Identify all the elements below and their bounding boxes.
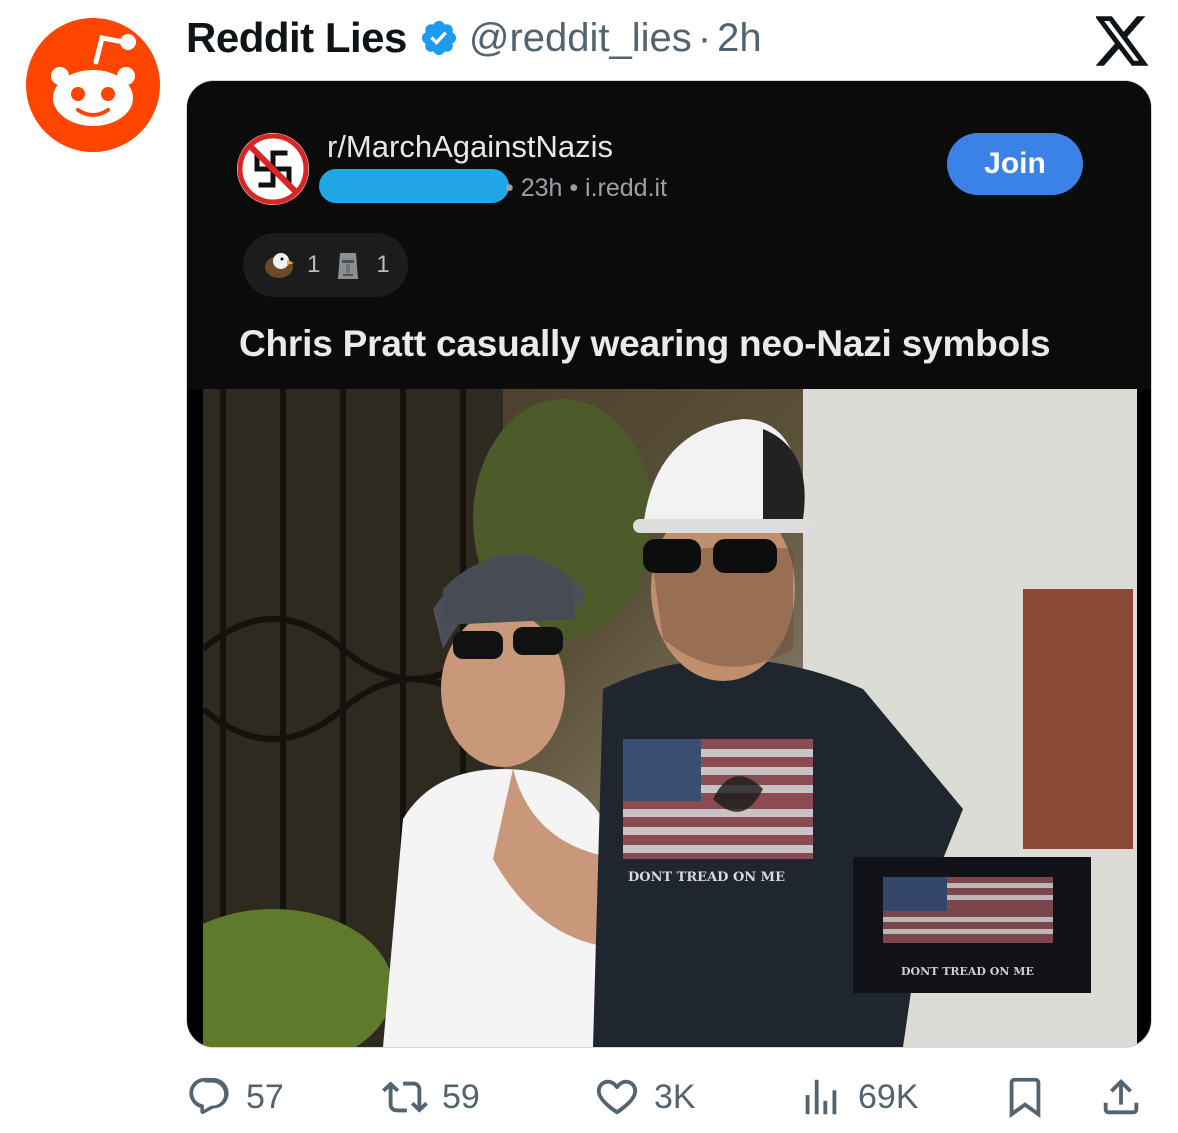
verified-badge-icon <box>421 20 456 56</box>
moai-award-icon <box>338 253 359 279</box>
like-button[interactable]: 3K <box>594 1074 696 1120</box>
reddit-post-header: r/MarchAgainstNazis • 23h • i.redd.it Jo… <box>187 81 1151 389</box>
views-count: 69K <box>858 1077 919 1116</box>
x-logo-icon <box>1096 16 1149 66</box>
share-icon <box>1103 1078 1139 1115</box>
reddit-snoo-icon <box>26 18 160 152</box>
reply-icon <box>189 1077 229 1114</box>
tweet-action-bar: 57 59 3K 69K <box>186 1068 1150 1128</box>
share-button[interactable] <box>1098 1074 1144 1120</box>
author-avatar[interactable] <box>26 18 160 152</box>
post-time[interactable]: 2h <box>717 16 762 61</box>
like-count: 3K <box>654 1077 696 1116</box>
inset-text: DONT TREAD ON ME <box>901 965 1034 978</box>
bookmark-icon <box>1009 1077 1041 1118</box>
join-button[interactable]: Join <box>947 133 1083 195</box>
repost-button[interactable]: 59 <box>382 1074 480 1120</box>
eagle-award-count: 1 <box>307 251 321 278</box>
author-name[interactable]: Reddit Lies <box>186 14 407 62</box>
tweet-media-image[interactable]: r/MarchAgainstNazis • 23h • i.redd.it Jo… <box>186 80 1152 1048</box>
post-meta: • 23h • i.redd.it <box>505 174 668 202</box>
photo-illustration: DONT TREAD ON ME DONT TREAD ON ME <box>203 389 1137 1047</box>
subreddit-icon <box>237 133 309 205</box>
shirt-text: DONT TREAD ON ME <box>628 870 785 885</box>
separator-dot: · <box>697 15 712 60</box>
redacted-username <box>319 169 509 203</box>
awards-pill[interactable]: 1 1 <box>243 233 408 297</box>
eagle-award-icon <box>265 253 294 278</box>
author-handle[interactable]: @reddit_lies <box>469 16 692 61</box>
subreddit-name[interactable]: r/MarchAgainstNazis <box>327 129 613 165</box>
bookmark-button[interactable] <box>1002 1074 1048 1120</box>
views-button[interactable]: 69K <box>798 1074 919 1120</box>
reply-button[interactable]: 57 <box>186 1074 284 1120</box>
repost-icon <box>382 1081 428 1113</box>
post-photo: DONT TREAD ON ME DONT TREAD ON ME <box>203 389 1137 1047</box>
no-swastika-icon <box>237 133 309 205</box>
heart-icon <box>596 1079 638 1115</box>
reddit-post-title[interactable]: Chris Pratt casually wearing neo-Nazi sy… <box>239 323 1051 365</box>
repost-count: 59 <box>442 1077 480 1116</box>
views-chart-icon <box>805 1079 837 1115</box>
tweet-header: Reddit Lies @reddit_lies · 2h <box>186 12 762 64</box>
moai-award-count: 1 <box>376 251 390 278</box>
reply-count: 57 <box>246 1077 284 1116</box>
